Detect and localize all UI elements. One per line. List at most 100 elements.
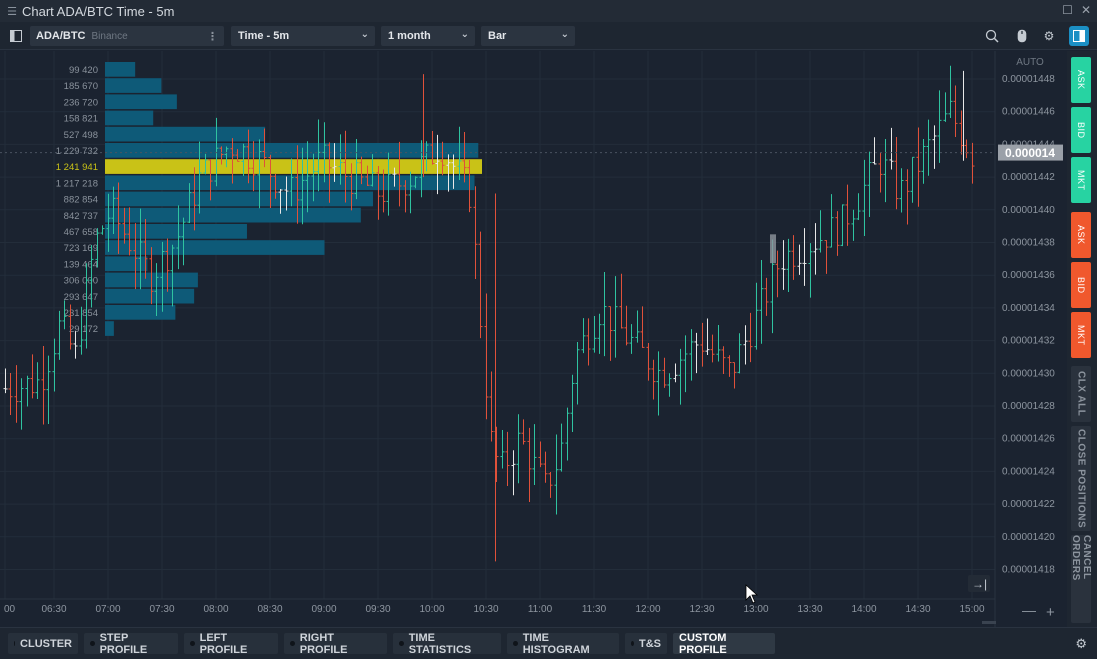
buy-bid-button[interactable]: BID bbox=[1071, 107, 1091, 153]
price-tick-label: 0.00001420 bbox=[1002, 532, 1055, 543]
time-tick-label: 13:00 bbox=[743, 604, 768, 615]
price-tick-label: 0.00001438 bbox=[1002, 238, 1055, 249]
tab-right-profile[interactable]: RIGHT PROFILE bbox=[284, 632, 387, 656]
sell-market-button[interactable]: MKT bbox=[1071, 312, 1091, 358]
buy-market-button[interactable]: MKT bbox=[1071, 157, 1091, 203]
search-chart-icon[interactable] bbox=[982, 26, 1002, 46]
price-tick-label: 0.00001430 bbox=[1002, 368, 1055, 379]
tab-dot-icon bbox=[290, 641, 295, 646]
profile-volume-label: 723 169 bbox=[64, 243, 98, 254]
tab-dot-icon bbox=[399, 641, 404, 646]
gear-icon[interactable]: ⚙ bbox=[1075, 636, 1087, 652]
chevron-down-icon: ⌄ bbox=[360, 29, 369, 40]
price-tick-label: 0.00001448 bbox=[1002, 74, 1055, 85]
window-title: Chart ADA/BTC Time - 5m bbox=[22, 3, 175, 19]
timeframe-value: Time - 5m bbox=[238, 30, 290, 42]
time-tick-label: 10:30 bbox=[473, 604, 498, 615]
panel-right-icon[interactable] bbox=[1069, 26, 1089, 46]
time-tick-label: 07:00 bbox=[95, 604, 120, 615]
price-tick-label: 0.00001440 bbox=[1002, 205, 1055, 216]
profile-bar bbox=[105, 159, 482, 174]
exchange-name: Binance bbox=[91, 30, 128, 42]
scroll-end-icon: →| bbox=[972, 577, 987, 591]
tab-label: TIME HISTOGRAM bbox=[522, 631, 590, 656]
tab-label: CUSTOM PROFILE bbox=[679, 631, 727, 656]
profile-bar bbox=[105, 288, 195, 304]
scale-mode-label: AUTO bbox=[1016, 57, 1044, 68]
tab-dot-icon bbox=[90, 641, 95, 646]
trading-panel: ASK BID MKT ASK BID MKT CLX ALL CLOSE PO… bbox=[1067, 51, 1097, 627]
chart-type-dropdown[interactable]: Bar ⌄ bbox=[481, 26, 575, 46]
tab-custom-profile[interactable]: CUSTOM PROFILE bbox=[673, 631, 775, 656]
time-tick-label: 13:30 bbox=[797, 604, 822, 615]
tab-label: T&S bbox=[639, 637, 661, 650]
profile-volume-label: 139 464 bbox=[64, 259, 98, 270]
clear-all-button[interactable]: CLX ALL bbox=[1071, 366, 1091, 422]
gear-icon[interactable]: ⚙ bbox=[1039, 26, 1059, 46]
time-tick-label: 08:00 bbox=[203, 604, 228, 615]
bottom-tab-bar: CLUSTER STEP PROFILE LEFT PROFILE RIGHT PRO… bbox=[0, 627, 1097, 659]
time-tick-label: 08:30 bbox=[257, 604, 282, 615]
tab-label: STEP PROFILE bbox=[99, 631, 148, 656]
time-tick-label: 10:00 bbox=[419, 604, 444, 615]
time-tick-label: 12:00 bbox=[635, 604, 660, 615]
time-tick-label: 06:30 bbox=[41, 604, 66, 615]
price-chart[interactable]: AUTO0.000014480.000014460.000014440.0000… bbox=[0, 51, 1067, 627]
time-tick-label: 09:00 bbox=[311, 604, 336, 615]
panel-left-icon bbox=[10, 30, 22, 42]
profile-bar bbox=[105, 207, 361, 223]
price-tick-label: 0.00001422 bbox=[1002, 499, 1055, 510]
buy-ask-button[interactable]: ASK bbox=[1071, 57, 1091, 103]
tab-dot-icon bbox=[631, 641, 634, 646]
price-tick-label: 0.00001432 bbox=[1002, 336, 1055, 347]
tab-label: CLUSTER bbox=[20, 637, 72, 650]
tab-dot-icon bbox=[14, 641, 16, 646]
time-tick-label: 15:00 bbox=[959, 604, 984, 615]
close-icon[interactable]: ✕ bbox=[1081, 3, 1091, 17]
time-tick-label: 09:30 bbox=[365, 604, 390, 615]
tab-time-histogram[interactable]: TIME HISTOGRAM bbox=[507, 631, 619, 656]
more-options-icon[interactable]: ⋮ bbox=[207, 30, 218, 43]
time-tick-label: 11:00 bbox=[528, 604, 553, 615]
time-tick-label: 12:30 bbox=[689, 604, 714, 615]
price-tick-label: 0.00001446 bbox=[1002, 107, 1055, 118]
sell-bid-button[interactable]: BID bbox=[1071, 262, 1091, 308]
price-tick-label: 0.00001434 bbox=[1002, 303, 1055, 314]
profile-volume-label: 882 854 bbox=[64, 195, 98, 206]
price-tick-label: 0.00001442 bbox=[1002, 172, 1055, 183]
tab-step-profile[interactable]: STEP PROFILE bbox=[84, 631, 178, 656]
tab-left-profile[interactable]: LEFT PROFILE bbox=[184, 632, 278, 656]
symbol-selector[interactable]: ADA/BTC Binance ⋮ bbox=[30, 26, 224, 46]
period-dropdown[interactable]: 1 month ⌄ bbox=[381, 26, 475, 46]
profile-volume-label: 1 229 732 bbox=[56, 146, 98, 157]
tab-time-statistics[interactable]: TIME STATISTICS bbox=[393, 631, 501, 656]
tab-cluster[interactable]: CLUSTER bbox=[8, 633, 78, 654]
price-tick-label: 0.00001428 bbox=[1002, 401, 1055, 412]
profile-bar bbox=[105, 94, 177, 110]
sell-ask-button[interactable]: ASK bbox=[1071, 212, 1091, 258]
chevron-down-icon: ⌄ bbox=[560, 29, 569, 40]
tab-label: TIME STATISTICS bbox=[408, 631, 472, 656]
symbol-name: ADA/BTC bbox=[36, 30, 86, 42]
price-tick-label: 0.00001418 bbox=[1002, 565, 1055, 576]
timeframe-dropdown[interactable]: Time - 5m ⌄ bbox=[231, 26, 375, 46]
window-controls: ☐ ✕ bbox=[1062, 3, 1091, 17]
price-tick-label: 0.00001436 bbox=[1002, 270, 1055, 281]
window-menu-icon[interactable]: ☰ bbox=[4, 5, 20, 18]
profile-volume-label: 1 217 218 bbox=[56, 178, 98, 189]
profile-volume-label: 1 241 941 bbox=[56, 162, 98, 173]
cancel-orders-button[interactable]: CANCEL ORDERS bbox=[1070, 535, 1092, 623]
close-positions-button[interactable]: CLOSE POSITIONS bbox=[1071, 426, 1091, 531]
time-tick-label: 07:30 bbox=[149, 604, 174, 615]
profile-volume-label: 29 172 bbox=[69, 324, 98, 335]
mouse-icon[interactable] bbox=[1012, 26, 1032, 46]
period-value: 1 month bbox=[388, 30, 431, 42]
tab-t-s[interactable]: T&S bbox=[625, 633, 667, 654]
profile-bar bbox=[105, 224, 247, 239]
zoom-out-icon: — bbox=[1022, 602, 1036, 618]
profile-bar bbox=[105, 110, 154, 126]
chevron-down-icon: ⌄ bbox=[460, 29, 469, 40]
maximize-icon[interactable]: ☐ bbox=[1062, 3, 1073, 17]
sidebar-toggle-icon[interactable] bbox=[6, 26, 26, 46]
chart-area[interactable]: AUTO0.000014480.000014460.000014440.0000… bbox=[0, 51, 1067, 627]
